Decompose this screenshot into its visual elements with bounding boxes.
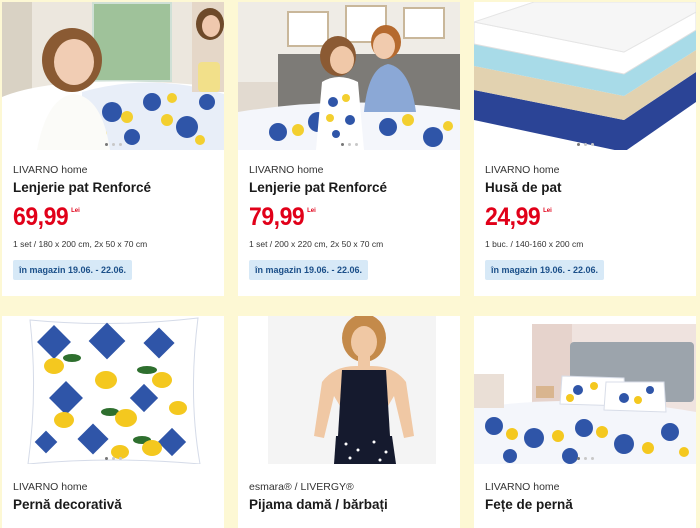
carousel-dots[interactable] (2, 138, 224, 150)
brand-label: LIVARNO home (249, 164, 324, 176)
product-title[interactable]: Pernă decorativă (13, 497, 213, 512)
availability-badge: în magazin 19.06. - 22.06. (249, 260, 369, 280)
product-card-fitted-sheet[interactable]: LIVARNO home Husă de pat 24,99 Lei 1 buc… (474, 2, 696, 296)
brand-label: LIVARNO home (485, 164, 560, 176)
product-title[interactable]: Pijama damă / bărbați (249, 497, 449, 512)
price-row: 69,99 Lei (13, 204, 213, 232)
availability-badge: în magazin 19.06. - 22.06. (13, 260, 133, 280)
product-card-pajamas[interactable]: esmara® / LIVERGY® Pijama damă / bărbați (238, 316, 460, 528)
carousel-dots[interactable] (474, 138, 696, 150)
product-image[interactable] (474, 2, 696, 150)
product-card-pillowcases[interactable]: LIVARNO home Fețe de pernă (474, 316, 696, 528)
product-card-bedding-200[interactable]: LIVARNO home Lenjerie pat Renforcé 79,99… (238, 2, 460, 296)
availability-badge: în magazin 19.06. - 22.06. (485, 260, 605, 280)
brand-label: LIVARNO home (13, 164, 88, 176)
product-title[interactable]: Husă de pat (485, 180, 685, 195)
currency-label: Lei (71, 208, 80, 214)
product-image[interactable] (238, 2, 460, 150)
price-row: 24,99 Lei (485, 204, 685, 232)
brand-label: LIVARNO home (13, 481, 88, 493)
price-value: 24,99 (485, 203, 541, 231)
pack-size: 1 buc. / 140-160 x 200 cm (485, 239, 584, 249)
pack-size: 1 set / 180 x 200 cm, 2x 50 x 70 cm (13, 239, 148, 249)
product-image[interactable] (2, 316, 224, 464)
product-title[interactable]: Fețe de pernă (485, 497, 685, 512)
currency-label: Lei (543, 208, 552, 214)
product-grid: LIVARNO home Lenjerie pat Renforcé 69,99… (0, 0, 700, 528)
product-title[interactable]: Lenjerie pat Renforcé (249, 180, 449, 195)
currency-label: Lei (307, 208, 316, 214)
price-value: 79,99 (249, 203, 305, 231)
product-card-bedding-180[interactable]: LIVARNO home Lenjerie pat Renforcé 69,99… (2, 2, 224, 296)
brand-label: esmara® / LIVERGY® (249, 481, 354, 493)
price-value: 69,99 (13, 203, 69, 231)
carousel-dots[interactable] (238, 138, 460, 150)
product-image[interactable] (238, 316, 460, 464)
product-image[interactable] (474, 316, 696, 464)
product-card-decorative-pillow[interactable]: LIVARNO home Pernă decorativă (2, 316, 224, 528)
carousel-dots[interactable] (474, 452, 696, 464)
price-row: 79,99 Lei (249, 204, 449, 232)
brand-label: LIVARNO home (485, 481, 560, 493)
product-image[interactable] (2, 2, 224, 150)
product-title[interactable]: Lenjerie pat Renforcé (13, 180, 213, 195)
pack-size: 1 set / 200 x 220 cm, 2x 50 x 70 cm (249, 239, 384, 249)
carousel-dots[interactable] (2, 452, 224, 464)
